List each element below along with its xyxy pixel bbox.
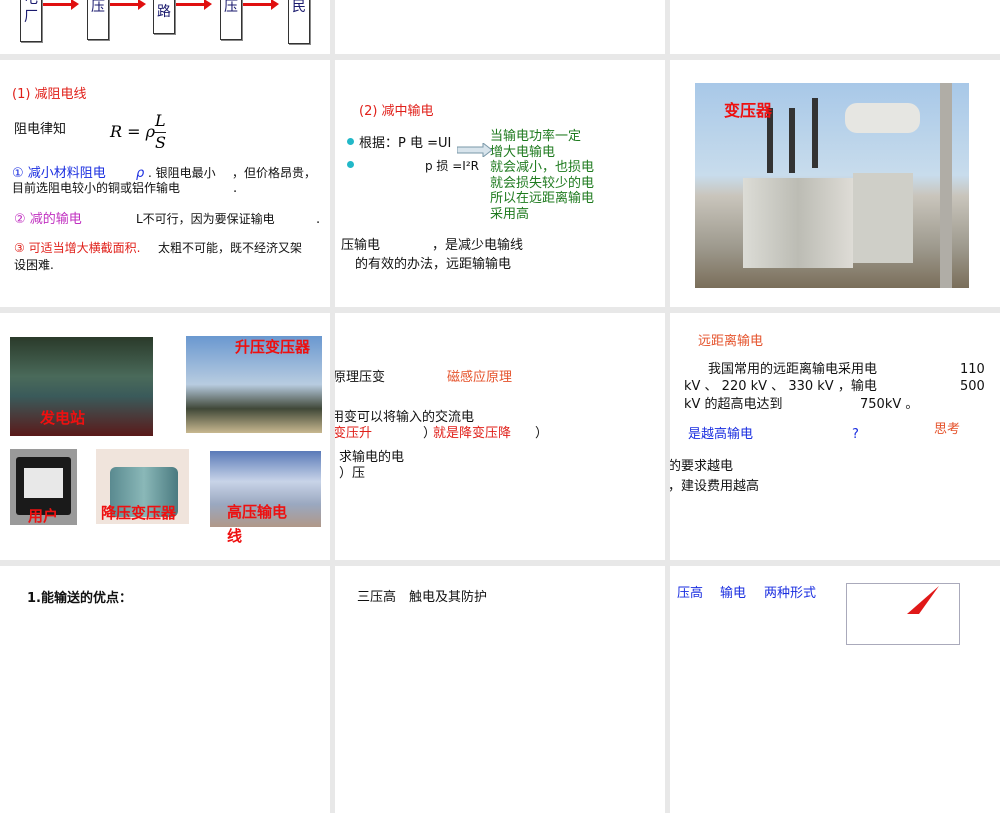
slide-thumbnail-9[interactable]: 远距离输电 我国常用的远距离输电采用电 110 kV 、 220 kV 、 33… bbox=[670, 313, 1000, 560]
paragraph-line-2b: 500 bbox=[960, 379, 985, 394]
green-explanation: 当输电功率一定 增大电输电 就会减小，也损电 就会损失较少的电 所以在远距离输电… bbox=[490, 129, 594, 223]
function-text: 用变可以将输入的交流电 bbox=[335, 410, 475, 425]
step-down-text: 就是降变压降 bbox=[433, 426, 512, 441]
item2-end: . bbox=[316, 212, 321, 227]
slide-thumbnail-4[interactable]: (1) 减阻电线 阻电律知 R = ρ L S ① 减小材料阻电 ρ . 银阻电… bbox=[0, 60, 330, 307]
diagram-box-step-up: 变压 bbox=[87, 0, 109, 40]
step-up-transformer-photo: 升压变压器 bbox=[186, 336, 322, 433]
photo-label: 发电站 bbox=[40, 409, 86, 427]
item3-text-b: 设困难. bbox=[14, 258, 54, 272]
item1-text-d: 目前选阻电较小的铜或铝作输电 bbox=[12, 181, 181, 195]
red-arrow-icon bbox=[907, 586, 939, 614]
formula-loss: p 损 =I²R bbox=[425, 159, 479, 173]
green-line: 当输电功率一定 bbox=[490, 129, 582, 144]
slide-thumbnail-12[interactable]: 压高 输电 两种形式 bbox=[670, 566, 1000, 813]
item2-label: ② 减的输电 bbox=[14, 212, 82, 227]
paragraph-line-2: kV 、 220 kV 、 330 kV ，输电 bbox=[684, 379, 877, 394]
answer-line-2: ，建设费用越高 bbox=[670, 479, 760, 494]
arrow-right-icon bbox=[457, 143, 493, 157]
paragraph-line-1b: 110 bbox=[960, 362, 985, 377]
green-line: 就会损失较少的电 bbox=[490, 175, 595, 191]
diagram-box-step-down: 变压 bbox=[220, 0, 242, 40]
paren: ） bbox=[535, 426, 549, 441]
principle-text: 原理压变 bbox=[335, 370, 386, 385]
form-text-b: 输电 bbox=[720, 586, 747, 601]
question-mark: ? bbox=[852, 427, 859, 442]
formula-power: 根据：P 电 =UI bbox=[359, 136, 452, 151]
form-text-c: 两种形式 bbox=[764, 586, 817, 601]
diagram-box-line: 线路 bbox=[153, 0, 175, 34]
item3-text: 太粗不可能，既不经济又架 bbox=[158, 241, 303, 255]
slide-heading: 1.能输送的优点： bbox=[27, 591, 132, 606]
slide-heading: (2) 减中输电 bbox=[359, 104, 434, 119]
slide-heading: 三压高 触电及其防护 bbox=[357, 590, 488, 605]
item1-text-b: . 银阻电最小 bbox=[148, 166, 216, 180]
formula-lhs: R = ρ bbox=[110, 122, 156, 141]
slide-thumbnail-11[interactable]: 三压高 触电及其防护 bbox=[335, 566, 665, 813]
slide-heading: 远距离输电 bbox=[698, 334, 764, 349]
item2-text: L不可行，因为要保证输电 bbox=[136, 212, 275, 226]
photo-label: 高压输电 bbox=[227, 503, 288, 521]
principle-highlight: 磁感应原理 bbox=[447, 370, 513, 385]
electric-meter-photo: 用户 bbox=[10, 449, 77, 525]
photo-label: 用户 bbox=[28, 507, 59, 525]
slide-thumbnail-1[interactable]: 电厂 变压 线路 变压 /居民 bbox=[0, 0, 330, 54]
photo-label: 变压器 bbox=[724, 101, 773, 120]
item1-text-c: ，但价格昂贵， bbox=[232, 166, 317, 180]
item1-text-e: . bbox=[233, 181, 238, 196]
diagram-image bbox=[846, 583, 960, 645]
green-line: 增大电输电 bbox=[490, 144, 556, 160]
slide-heading: (1) 减阻电线 bbox=[12, 87, 87, 102]
question-text: 是越高输电 bbox=[688, 427, 754, 442]
transformer-photo: 变压器 bbox=[695, 83, 969, 288]
item1-text: ρ bbox=[136, 166, 144, 182]
conclusion-line-1: 压输电 ，是减少电输线 bbox=[341, 238, 524, 253]
slide-thumbnail-7[interactable]: 发电站 升压变压器 用户 降压变压器 高压输电 线 bbox=[0, 313, 330, 560]
slide-thumbnail-3[interactable] bbox=[670, 0, 1000, 54]
diagram-box-residents: /居民 bbox=[288, 0, 310, 44]
green-line: 就会减小，也损电 bbox=[490, 160, 595, 176]
formula-denominator: S bbox=[155, 133, 166, 152]
paragraph-line-3b: 750kV 。 bbox=[860, 397, 919, 412]
item1-label: ① 减小材料阻电 bbox=[12, 166, 106, 181]
arrow-icon bbox=[110, 0, 146, 10]
arrow-icon bbox=[43, 0, 79, 10]
paragraph-line-3: kV 的超高电达到 bbox=[684, 397, 783, 412]
power-station-photo: 发电站 bbox=[10, 337, 153, 436]
item3-label: ③ 可适当增大横截面积. bbox=[14, 241, 141, 255]
think-label: 思考 bbox=[934, 422, 961, 437]
slide-thumbnail-8[interactable]: 原理压变 磁感应原理 用变可以将输入的交流电 变压升 ） 就是降变压降 ） 求输… bbox=[335, 313, 665, 560]
paragraph-line-1: 我国常用的远距离输电采用电 bbox=[708, 362, 878, 377]
conclusion-line-2: 的有效的办法，远距输输电 bbox=[355, 257, 512, 272]
rho-symbol: ρ bbox=[136, 166, 145, 181]
slide-thumbnail-5[interactable]: (2) 减中输电 根据：P 电 =UI p 损 =I²R 当输电功率一定 增大电… bbox=[335, 60, 665, 307]
green-line: 采用高 bbox=[490, 206, 530, 222]
green-line: 所以在远距离输电 bbox=[490, 191, 595, 207]
photo-label: 升压变压器 bbox=[235, 338, 311, 356]
step-up-text: 变压升 bbox=[335, 426, 373, 441]
arrow-icon bbox=[243, 0, 279, 10]
diagram-box-plant: 电厂 bbox=[20, 0, 42, 42]
power-line-photo: 高压输电 bbox=[210, 451, 321, 527]
formula-numerator: L bbox=[155, 111, 166, 130]
slide-thumbnail-10[interactable]: 1.能输送的优点： bbox=[0, 566, 330, 813]
answer-line-1: 的要求越电 bbox=[670, 459, 734, 474]
requirement-text-2: ）压 bbox=[339, 466, 366, 481]
bullet-icon bbox=[347, 161, 354, 168]
slide-thumbnail-2[interactable] bbox=[335, 0, 665, 54]
bullet-icon bbox=[347, 138, 354, 145]
slide-thumbnail-6[interactable]: 变压器 bbox=[670, 60, 1000, 307]
photo-label: 降压变压器 bbox=[101, 504, 177, 522]
requirement-text: 求输电的电 bbox=[339, 450, 405, 465]
law-text: 阻电律知 bbox=[14, 122, 67, 137]
form-text-a: 压高 bbox=[677, 586, 704, 601]
arrow-icon bbox=[176, 0, 212, 10]
photo-label-wrap: 线 bbox=[227, 527, 243, 545]
step-down-transformer-photo: 降压变压器 bbox=[96, 449, 189, 524]
